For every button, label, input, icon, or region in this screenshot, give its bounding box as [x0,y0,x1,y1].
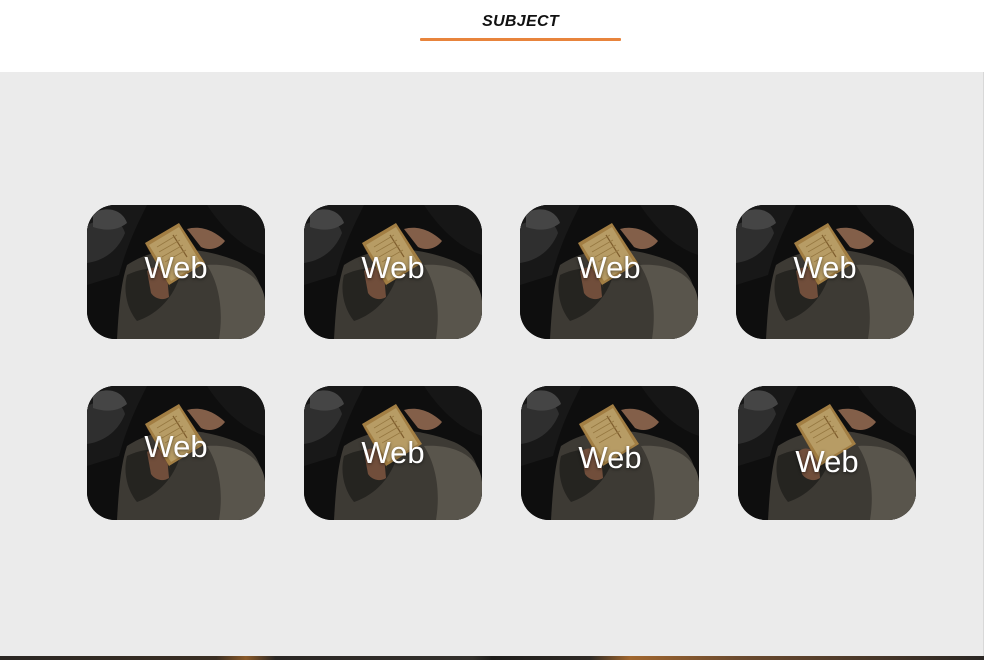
page-title: SUBJECT [482,13,559,30]
card-label: Web [144,429,208,464]
subject-card[interactable]: Web [521,386,699,520]
next-section-preview [0,656,984,660]
card-label: Web [577,250,641,285]
subject-card[interactable]: Web [738,386,916,520]
card-label: Web [578,440,642,475]
subject-grid-section [0,72,984,656]
card-label: Web [361,250,425,285]
subject-card[interactable]: Web [87,386,265,520]
card-label: Web [361,435,425,470]
card-label: Web [795,444,859,479]
subject-card[interactable]: Web [520,205,698,339]
subject-card[interactable]: Web [304,205,482,339]
card-label: Web [144,250,208,285]
subject-card[interactable]: Web [304,386,482,520]
card-label: Web [793,250,857,285]
subject-card[interactable]: Web [87,205,265,339]
title-underline [420,38,621,41]
subject-card[interactable]: Web [736,205,914,339]
header: SUBJECT [0,0,984,72]
